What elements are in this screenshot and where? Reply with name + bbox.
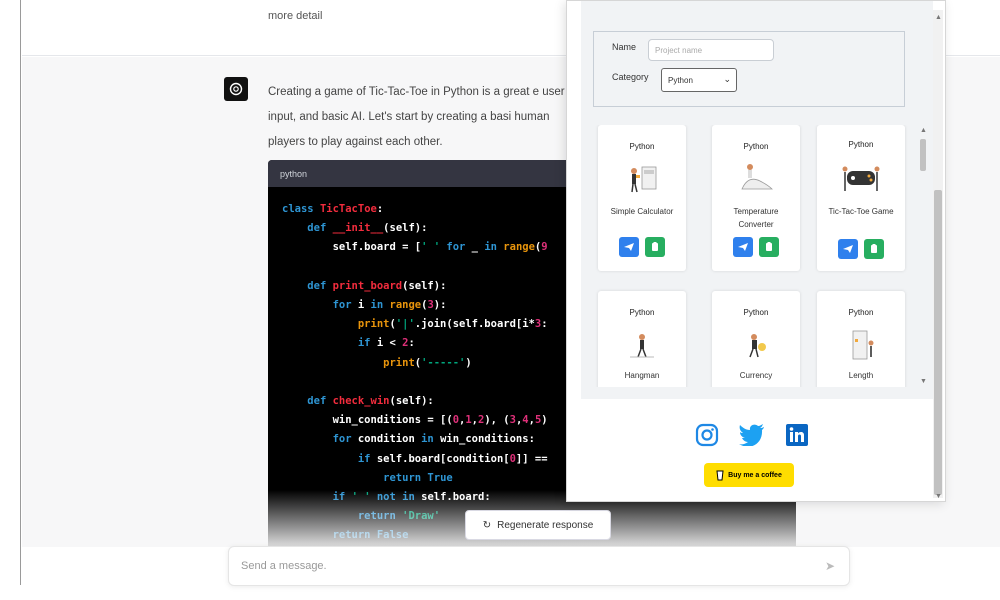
- screen: more detail Creating a game of Tic-Tac-T…: [0, 0, 1000, 600]
- assistant-avatar: [224, 77, 248, 101]
- name-label: Name: [612, 42, 637, 52]
- currency-illustration-icon: [749, 334, 766, 358]
- card-category: Python: [848, 308, 874, 317]
- message-composer[interactable]: Send a message. ➤: [228, 546, 850, 586]
- card-actions: [724, 237, 788, 257]
- card-category: Python: [848, 140, 874, 149]
- buy-me-a-coffee-button[interactable]: Buy me a coffee: [704, 463, 794, 487]
- telegram-icon: [843, 245, 853, 253]
- hangman-illustration-icon: [630, 334, 654, 358]
- scroll-up-icon[interactable]: ▲: [920, 127, 927, 134]
- instagram-icon[interactable]: [695, 423, 719, 447]
- social-links: [695, 423, 809, 447]
- category-label: Category: [612, 72, 649, 82]
- copy-button[interactable]: [645, 237, 665, 257]
- scroll-up-icon[interactable]: ▲: [935, 14, 942, 21]
- card-title: Temperature Converter: [733, 207, 779, 229]
- clipboard-icon: [766, 242, 772, 251]
- send-icon[interactable]: ➤: [825, 559, 835, 573]
- card-category: Python: [629, 308, 655, 317]
- sidebar-divider: [20, 0, 21, 585]
- card-title: Currency: [739, 371, 773, 380]
- project-card-hangman[interactable]: Python Hangman: [598, 291, 686, 387]
- project-card-currency[interactable]: Python Currency: [712, 291, 800, 387]
- linkedin-icon[interactable]: [785, 423, 809, 447]
- card-category: Python: [743, 142, 769, 151]
- scroll-down-icon[interactable]: ▼: [935, 493, 942, 500]
- project-card-simple-calculator[interactable]: Python Simple Calculator: [598, 125, 686, 271]
- openai-logo-icon: [229, 82, 243, 96]
- telegram-icon: [624, 243, 634, 251]
- scroll-down-icon[interactable]: ▼: [920, 378, 927, 385]
- length-illustration-icon: [852, 330, 874, 360]
- message-input[interactable]: Send a message.: [241, 560, 327, 572]
- regenerate-button[interactable]: ↻ Regenerate response: [465, 510, 611, 540]
- project-form: Name Project name Category Python ⌄: [593, 31, 905, 107]
- extension-popup: Name Project name Category Python ⌄ Pyth…: [566, 0, 946, 502]
- clipboard-icon: [871, 244, 877, 253]
- temperature-illustration-icon: [741, 164, 773, 190]
- card-title: Tic-Tac-Toe Game: [828, 207, 894, 216]
- project-card-temperature-converter[interactable]: Python Temperature Converter: [712, 125, 800, 271]
- card-title: Simple Calculator: [610, 207, 674, 216]
- telegram-button[interactable]: [733, 237, 753, 257]
- extension-content: Name Project name Category Python ⌄ Pyth…: [581, 1, 933, 399]
- clipboard-icon: [652, 242, 658, 251]
- refresh-icon: ↻: [482, 519, 492, 531]
- popup-scrollbar[interactable]: ▲ ▼: [933, 10, 943, 500]
- coffee-cup-icon: [716, 470, 724, 481]
- copy-button[interactable]: [759, 237, 779, 257]
- copy-button[interactable]: [864, 239, 884, 259]
- twitter-icon[interactable]: [739, 424, 765, 446]
- project-name-input[interactable]: Project name: [648, 39, 774, 61]
- card-grid-scrollbar[interactable]: ▲ ▼: [919, 127, 927, 385]
- category-select[interactable]: Python ⌄: [661, 68, 737, 92]
- card-actions: [610, 237, 674, 257]
- card-category: Python: [629, 142, 655, 151]
- popup-scroll-thumb[interactable]: [934, 190, 942, 495]
- card-grid-scroll-thumb[interactable]: [920, 139, 926, 171]
- telegram-icon: [738, 243, 748, 251]
- assistant-message-text: Creating a game of Tic-Tac-Toe in Python…: [268, 86, 565, 148]
- card-title: Hangman: [624, 371, 660, 380]
- previous-message-text: more detail: [268, 10, 323, 22]
- telegram-button[interactable]: [619, 237, 639, 257]
- card-title: Length: [848, 371, 874, 380]
- calculator-illustration-icon: [631, 166, 657, 193]
- project-card-tic-tac-toe[interactable]: Python Tic-Tac-Toe Game: [817, 125, 905, 271]
- card-category: Python: [743, 308, 769, 317]
- telegram-button[interactable]: [838, 239, 858, 259]
- regenerate-label: Regenerate response: [497, 519, 594, 531]
- chevron-down-icon: ⌄: [723, 74, 731, 84]
- project-card-length[interactable]: Python Length: [817, 291, 905, 387]
- coffee-label: Buy me a coffee: [728, 471, 782, 479]
- gamepad-illustration-icon: [842, 166, 880, 191]
- project-card-grid: Python Simple Calculator Python Temperat…: [593, 125, 917, 387]
- category-value: Python: [668, 76, 693, 85]
- card-actions: [829, 239, 893, 259]
